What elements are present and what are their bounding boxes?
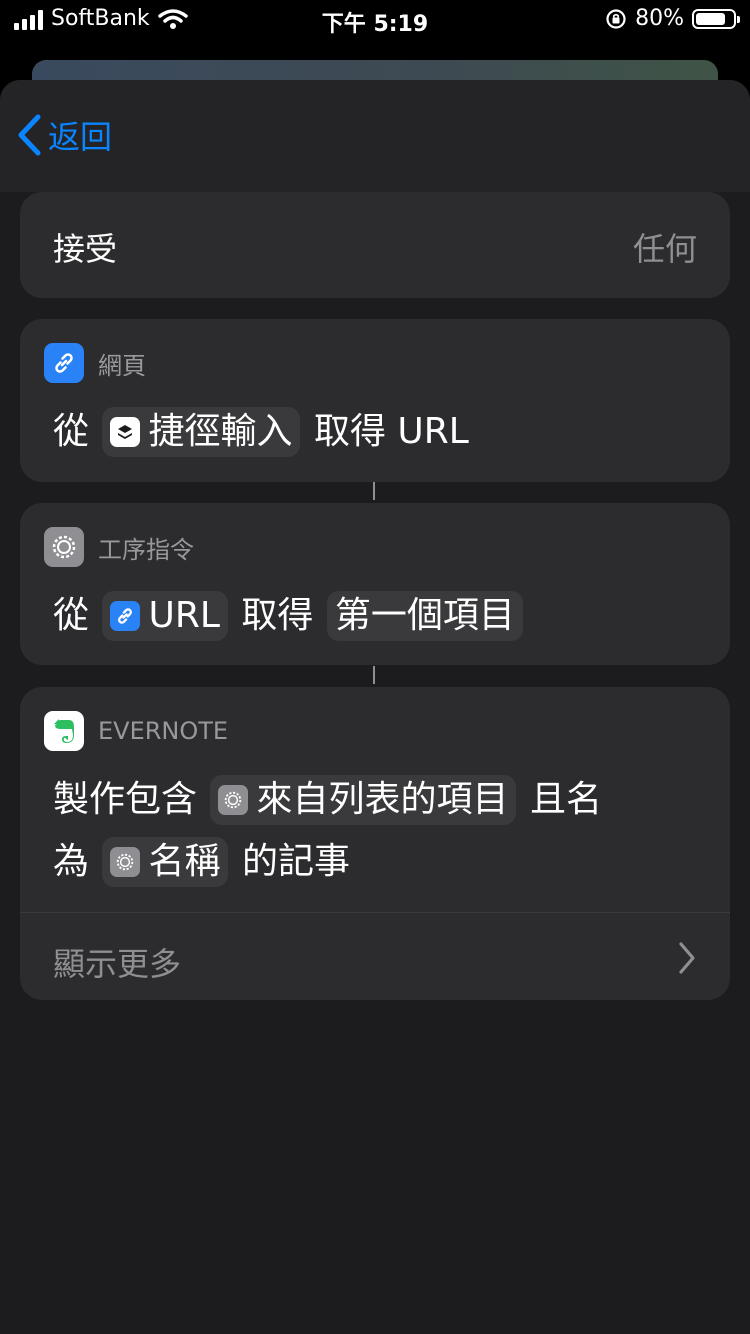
accept-label: 接受 [53, 230, 118, 268]
action-get-url[interactable]: 網頁 從 捷徑輸入 取得 URL [20, 319, 730, 482]
action-get-item[interactable]: 工序指令 從 URL 取得 第一個項目 [20, 503, 730, 665]
name-token[interactable]: 名稱 [102, 837, 229, 887]
action-params: 製作包含 來自列表的項目 且名 [53, 769, 602, 830]
back-label: 返回 [48, 118, 113, 156]
action-params: 從 捷徑輸入 取得 URL [53, 401, 469, 462]
action-header: EVERNOTE [44, 711, 228, 751]
list-item-token[interactable]: 來自列表的項目 [210, 775, 517, 825]
action-app-name: 網頁 [98, 351, 146, 380]
back-button[interactable]: 返回 [16, 112, 112, 158]
param-text: 為 [53, 841, 90, 882]
nav-bar: 返回 [0, 80, 750, 192]
param-text: 從 [53, 411, 90, 452]
gear-icon [218, 785, 249, 815]
param-text: 從 [53, 595, 90, 636]
shortcuts-icon [110, 417, 141, 447]
action-connector [373, 666, 375, 684]
gear-icon [110, 847, 141, 877]
chevron-right-icon [679, 942, 695, 974]
gear-icon [44, 527, 84, 567]
chevron-left-icon [18, 114, 41, 156]
action-app-name: EVERNOTE [98, 717, 229, 745]
action-params: 從 URL 取得 第一個項目 [53, 585, 525, 646]
accept-value: 任何 [632, 230, 697, 268]
shortcut-sheet: 返回 接受 任何 網頁 從 捷徑輸入 取得 URL 工序指令 從 URL 取得 … [0, 80, 750, 1334]
action-app-name: 工序指令 [98, 535, 194, 564]
shortcut-input-token[interactable]: 捷徑輸入 [102, 407, 301, 457]
token-label: 來自列表的項目 [256, 779, 509, 820]
action-header: 網頁 [44, 343, 146, 383]
battery-icon [692, 8, 740, 29]
accept-row[interactable]: 接受 任何 [20, 192, 730, 298]
first-item-token[interactable]: 第一個項目 [326, 591, 523, 641]
url-token[interactable]: URL [102, 591, 228, 641]
signal-icon [14, 8, 43, 30]
token-label: URL [148, 595, 220, 636]
action-params-line2: 為 名稱 的記事 [53, 831, 350, 892]
status-right: 80% [605, 6, 740, 31]
link-icon [44, 343, 84, 383]
status-bar: SoftBank 下午 5:19 80% [0, 0, 750, 42]
evernote-elephant-icon [44, 711, 84, 751]
action-header: 工序指令 [44, 527, 194, 567]
param-text: 取得 URL [313, 411, 469, 452]
status-left: SoftBank [14, 6, 188, 31]
param-text: 的記事 [241, 841, 350, 882]
action-connector [373, 482, 375, 500]
divider [20, 912, 730, 913]
param-text: 且名 [529, 779, 602, 820]
token-label: 第一個項目 [334, 595, 515, 636]
wifi-icon [157, 8, 188, 29]
show-more-button[interactable]: 顯示更多 [53, 939, 181, 985]
carrier-name: SoftBank [51, 6, 150, 31]
orientation-lock-icon [606, 8, 626, 29]
param-text: 製作包含 [53, 779, 198, 820]
token-label: 名稱 [148, 841, 221, 882]
battery-percent: 80% [635, 6, 684, 31]
link-icon [110, 601, 141, 631]
token-label: 捷徑輸入 [148, 411, 293, 452]
param-text: 取得 [241, 595, 314, 636]
action-evernote-note[interactable]: EVERNOTE 製作包含 來自列表的項目 且名 為 名稱 的記事 顯示更多 [20, 687, 730, 1000]
